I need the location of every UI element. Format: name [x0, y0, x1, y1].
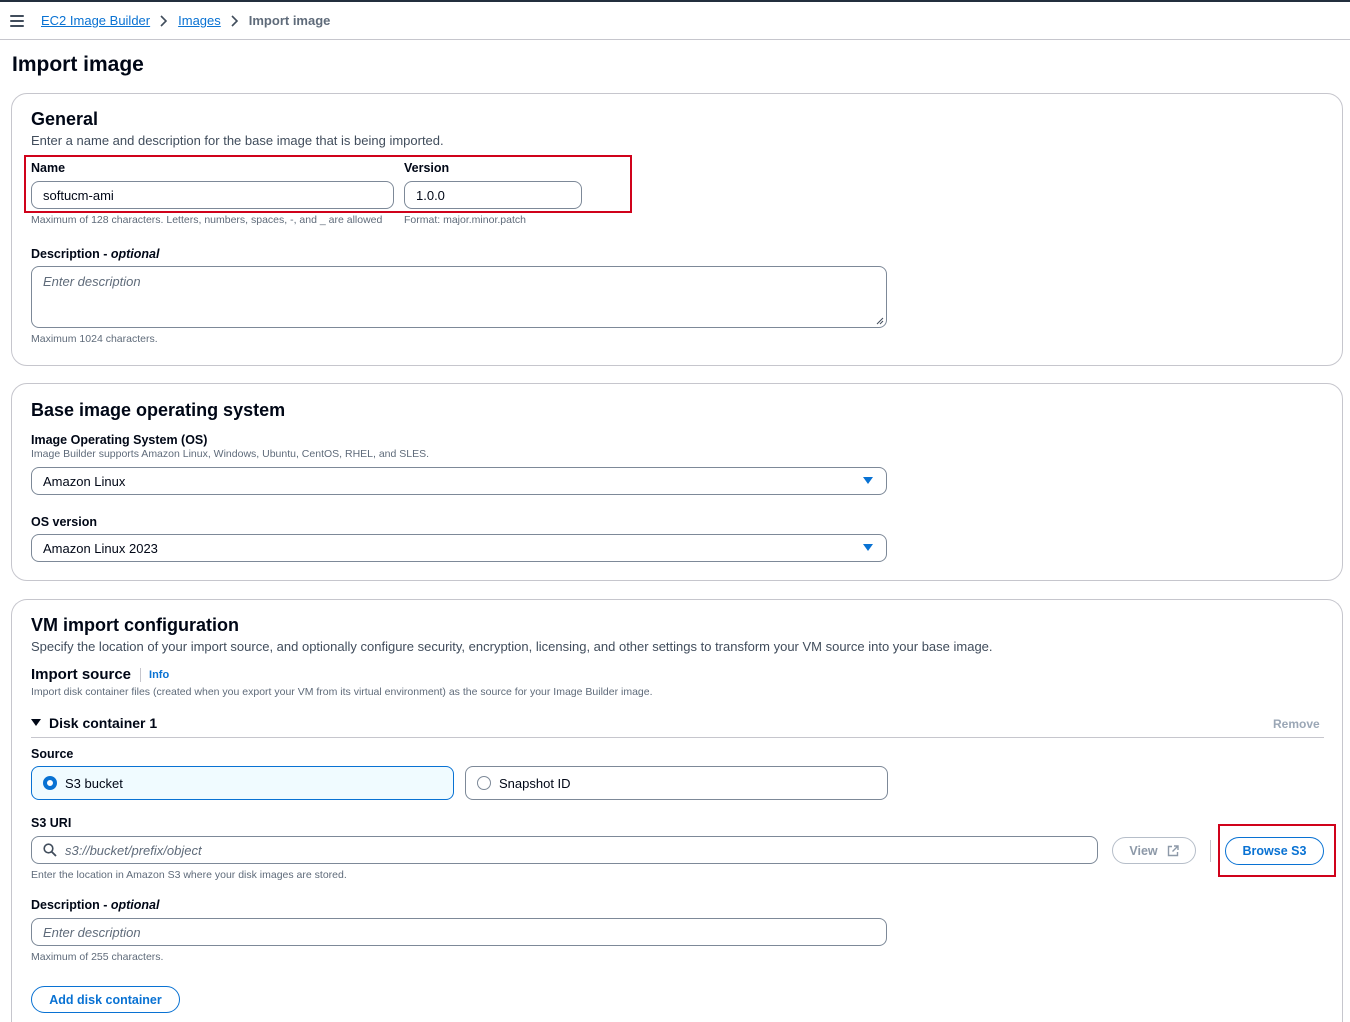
- remove-button[interactable]: Remove: [1273, 717, 1320, 731]
- disk-description-input[interactable]: Enter description: [31, 918, 887, 946]
- vm-import-panel: VM import configuration Specify the loca…: [11, 599, 1343, 1022]
- button-separator: [1210, 840, 1211, 862]
- os-label: Image Operating System (OS): [31, 433, 208, 447]
- general-description: Enter a name and description for the bas…: [31, 133, 444, 148]
- caret-down-icon: [863, 477, 873, 484]
- import-source-title: Import source: [31, 666, 132, 683]
- disk-description-label: Description - optional: [31, 898, 160, 912]
- add-disk-container-button[interactable]: Add disk container: [31, 986, 180, 1013]
- os-version-select[interactable]: Amazon Linux 2023: [31, 534, 887, 562]
- disk-container-divider: [31, 737, 1324, 738]
- page-title: Import image: [12, 53, 144, 76]
- os-select-value: Amazon Linux: [43, 473, 126, 489]
- name-hint: Maximum of 128 characters. Letters, numb…: [31, 214, 383, 226]
- source-snapshot-id-option[interactable]: Snapshot ID: [465, 766, 888, 800]
- view-button-label: View: [1129, 843, 1158, 858]
- info-link[interactable]: Info: [149, 669, 169, 681]
- disk-container-expander[interactable]: Disk container 1: [31, 715, 157, 731]
- breadcrumb-images[interactable]: Images: [178, 13, 221, 28]
- caret-down-icon: [31, 719, 41, 726]
- breadcrumb: EC2 Image Builder Images Import image: [0, 2, 1350, 40]
- vm-title: VM import configuration: [31, 615, 239, 635]
- disk-description-hint: Maximum of 255 characters.: [31, 951, 164, 963]
- general-title: General: [31, 109, 99, 129]
- description-hint: Maximum 1024 characters.: [31, 333, 158, 345]
- view-button[interactable]: View: [1112, 837, 1196, 864]
- os-version-value: Amazon Linux 2023: [43, 540, 158, 556]
- vm-description: Specify the location of your import sour…: [31, 639, 993, 654]
- s3-uri-hint: Enter the location in Amazon S3 where yo…: [31, 869, 347, 881]
- source-s3-bucket-option[interactable]: S3 bucket: [31, 766, 454, 800]
- os-title: Base image operating system: [31, 400, 286, 420]
- browse-s3-button[interactable]: Browse S3: [1225, 837, 1324, 865]
- menu-icon[interactable]: [10, 14, 24, 27]
- os-select[interactable]: Amazon Linux: [31, 467, 887, 495]
- snapshot-id-label: Snapshot ID: [499, 775, 571, 791]
- name-label: Name: [31, 161, 66, 175]
- radio-unchecked-icon[interactable]: [477, 776, 491, 790]
- info-separator: [140, 667, 142, 682]
- external-link-icon: [1167, 844, 1179, 856]
- resize-grip-icon[interactable]: [876, 317, 884, 325]
- chevron-right-icon: [160, 14, 168, 27]
- os-hint: Image Builder supports Amazon Linux, Win…: [31, 448, 430, 460]
- radio-checked-icon[interactable]: [43, 776, 57, 790]
- description-placeholder: Enter description: [43, 274, 141, 289]
- description-textarea[interactable]: Enter description: [31, 266, 887, 328]
- caret-down-icon: [863, 544, 873, 551]
- os-panel: Base image operating system Image Operat…: [11, 383, 1343, 581]
- search-icon: [43, 843, 57, 857]
- os-version-label: OS version: [31, 515, 97, 529]
- s3-bucket-label: S3 bucket: [65, 775, 123, 791]
- version-label: Version: [404, 161, 450, 175]
- import-source-header: Import source Info: [31, 666, 169, 683]
- breadcrumb-current: Import image: [248, 13, 331, 28]
- general-panel: General Enter a name and description for…: [11, 93, 1343, 366]
- disk-container-title: Disk container 1: [49, 715, 158, 731]
- breadcrumb-ec2-image-builder[interactable]: EC2 Image Builder: [41, 13, 150, 28]
- description-label: Description - optional: [31, 247, 160, 261]
- s3-uri-input[interactable]: s3://bucket/prefix/object: [31, 836, 1098, 864]
- version-input[interactable]: 1.0.0: [404, 181, 582, 209]
- source-label: Source: [31, 747, 74, 761]
- version-hint: Format: major.minor.patch: [404, 214, 526, 226]
- s3-uri-label: S3 URI: [31, 816, 72, 830]
- chevron-right-icon: [231, 14, 239, 27]
- s3-uri-placeholder: s3://bucket/prefix/object: [65, 842, 202, 858]
- disk-description-placeholder: Enter description: [43, 924, 141, 940]
- name-input[interactable]: softucm-ami: [31, 181, 394, 209]
- import-source-description: Import disk container files (created whe…: [31, 686, 653, 698]
